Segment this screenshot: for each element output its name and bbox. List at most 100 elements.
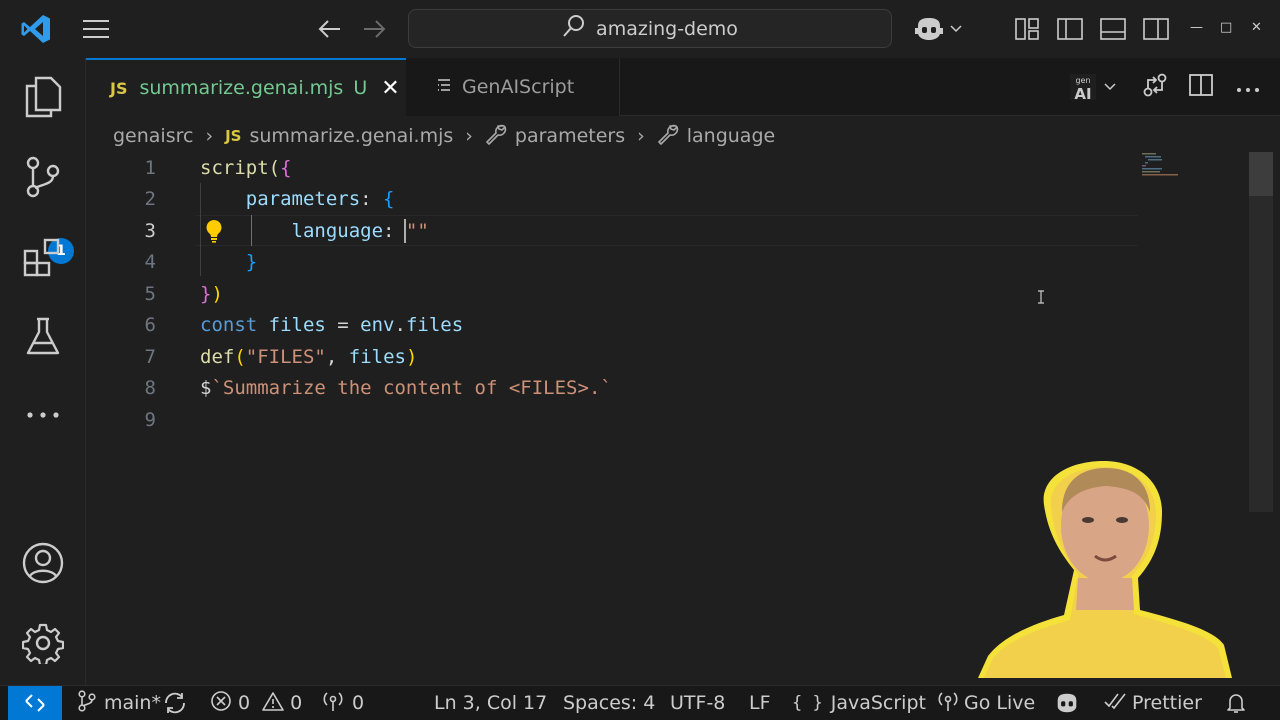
code-token: language [200, 219, 384, 242]
vertical-scrollbar[interactable] [1249, 152, 1273, 512]
end-of-line[interactable]: LF [749, 686, 771, 720]
broadcast-icon [938, 690, 958, 717]
sync-icon[interactable] [163, 686, 187, 720]
preview-icon [436, 76, 452, 98]
code-token: "" [405, 219, 429, 242]
remote-indicator-icon[interactable] [8, 686, 62, 720]
braces-icon: { } [792, 693, 823, 713]
go-live-button[interactable]: Go Live [938, 686, 1035, 720]
breadcrumb: genaisrc › JS summarize.genai.mjs › para… [113, 120, 775, 152]
prettier-status[interactable]: Prettier [1104, 686, 1202, 720]
problems-status[interactable]: 0 0 [210, 686, 302, 720]
branch-name: main* [104, 692, 161, 714]
code-token: files [405, 314, 464, 336]
tab-summarize-genai[interactable]: JS summarize.genai.mjs U ✕ [86, 58, 406, 116]
toggle-primary-sidebar-icon[interactable] [1055, 14, 1085, 44]
hamburger-menu-icon[interactable] [78, 14, 114, 44]
code-text: script({ [200, 157, 292, 179]
language-mode[interactable]: { } JavaScript [792, 686, 926, 720]
code-text: parameters: { [200, 188, 395, 210]
arrow-left-icon[interactable] [314, 14, 346, 44]
ports-status[interactable]: 0 [322, 686, 364, 720]
activity-bar: 1 [0, 58, 86, 685]
code-token: : [383, 219, 406, 242]
code-line[interactable]: 6 const files = env.files [86, 310, 1136, 341]
ports-count: 0 [352, 692, 365, 714]
bell-icon[interactable] [1226, 686, 1246, 720]
tab-label: summarize.genai.mjs [139, 77, 344, 99]
code-token: { [383, 188, 395, 210]
code-line[interactable]: 4 } [86, 247, 1136, 278]
maximize-icon[interactable]: □ [1220, 20, 1232, 35]
search-icon [562, 14, 586, 43]
beaker-icon[interactable] [18, 312, 68, 362]
editor-actions: gen AI [1068, 58, 1260, 116]
error-icon [210, 690, 232, 717]
code-token: env [360, 314, 395, 336]
close-window-icon[interactable]: ✕ [1251, 20, 1262, 35]
cursor-position[interactable]: Ln 3, Col 17 [434, 686, 547, 720]
code-text: $`Summarize the content of <FILES>.` [200, 377, 612, 399]
double-check-icon [1104, 692, 1126, 715]
genai-icon[interactable]: gen AI [1068, 72, 1116, 102]
code-token: `Summarize the content of <FILES>.` [211, 377, 612, 399]
code-text: language: "" [200, 220, 429, 242]
line-number: 9 [144, 408, 156, 431]
scrollbar-thumb[interactable] [1249, 152, 1273, 196]
breadcrumb-file[interactable]: summarize.genai.mjs [249, 125, 453, 147]
compare-changes-icon[interactable] [1142, 72, 1168, 102]
code-text: }) [200, 283, 223, 305]
branch-status[interactable]: main* [78, 686, 161, 720]
untracked-indicator: U [353, 77, 368, 99]
code-line[interactable]: 7 def("FILES", files) [86, 341, 1136, 372]
extensions-icon[interactable] [18, 232, 68, 282]
code-line[interactable]: 1 script({ [86, 152, 1136, 183]
breadcrumb-symbol-language[interactable]: language [687, 125, 775, 147]
code-token: $ [200, 377, 212, 399]
code-token: ( [234, 345, 246, 368]
breadcrumb-folder[interactable]: genaisrc [113, 125, 193, 147]
status-bar: main* 0 0 0 Ln 3, Col 17 Spaces: 4 UTF-8… [0, 685, 1280, 720]
gear-icon[interactable] [18, 618, 68, 668]
code-token: "FILES" [245, 345, 326, 368]
minimize-icon[interactable]: — [1190, 20, 1203, 35]
copilot-icon[interactable] [910, 12, 966, 46]
account-icon[interactable] [18, 538, 68, 588]
tab-genaiscript[interactable]: GenAIScript [406, 58, 620, 116]
source-control-icon[interactable] [18, 152, 68, 202]
copilot-status-icon[interactable] [1054, 686, 1080, 720]
code-token: const [200, 314, 269, 336]
vscode-logo-icon [18, 12, 54, 46]
code-token: script( [200, 156, 281, 179]
arrow-right-icon[interactable] [358, 14, 390, 44]
toggle-panel-icon[interactable] [1098, 14, 1128, 44]
language-label: JavaScript [830, 692, 926, 714]
code-token: files [348, 345, 406, 368]
code-line[interactable]: 5}) [86, 278, 1136, 309]
ellipsis-icon[interactable] [18, 390, 68, 440]
line-number: 4 [144, 251, 156, 273]
indentation[interactable]: Spaces: 4 [563, 686, 655, 720]
breadcrumb-symbol-parameters[interactable]: parameters [515, 125, 625, 147]
code-line[interactable]: 2 parameters: { [86, 184, 1136, 215]
close-icon[interactable]: ✕ [381, 76, 399, 101]
code-token: parameters [200, 188, 361, 210]
more-actions-icon[interactable] [1236, 78, 1260, 97]
customize-layout-icon[interactable] [1012, 14, 1042, 44]
code-token: = [325, 314, 361, 336]
warning-count: 0 [290, 692, 303, 714]
code-line[interactable]: 3 language: "" [86, 215, 1136, 246]
files-icon[interactable] [18, 72, 68, 122]
command-center-search[interactable]: amazing-demo [408, 9, 892, 48]
code-line[interactable]: 9 [86, 404, 1136, 435]
editor-tab-bar: JS summarize.genai.mjs U ✕ GenAIScript g… [86, 58, 1280, 116]
encoding[interactable]: UTF-8 [670, 686, 725, 720]
minimap[interactable] [1140, 152, 1200, 182]
wrench-icon [657, 123, 679, 150]
split-editor-icon[interactable] [1188, 73, 1214, 101]
code-text: def("FILES", files) [200, 346, 417, 368]
tab-label: GenAIScript [462, 76, 575, 98]
toggle-secondary-sidebar-icon[interactable] [1141, 14, 1171, 44]
code-line[interactable]: 8 $`Summarize the content of <FILES>.` [86, 373, 1136, 404]
